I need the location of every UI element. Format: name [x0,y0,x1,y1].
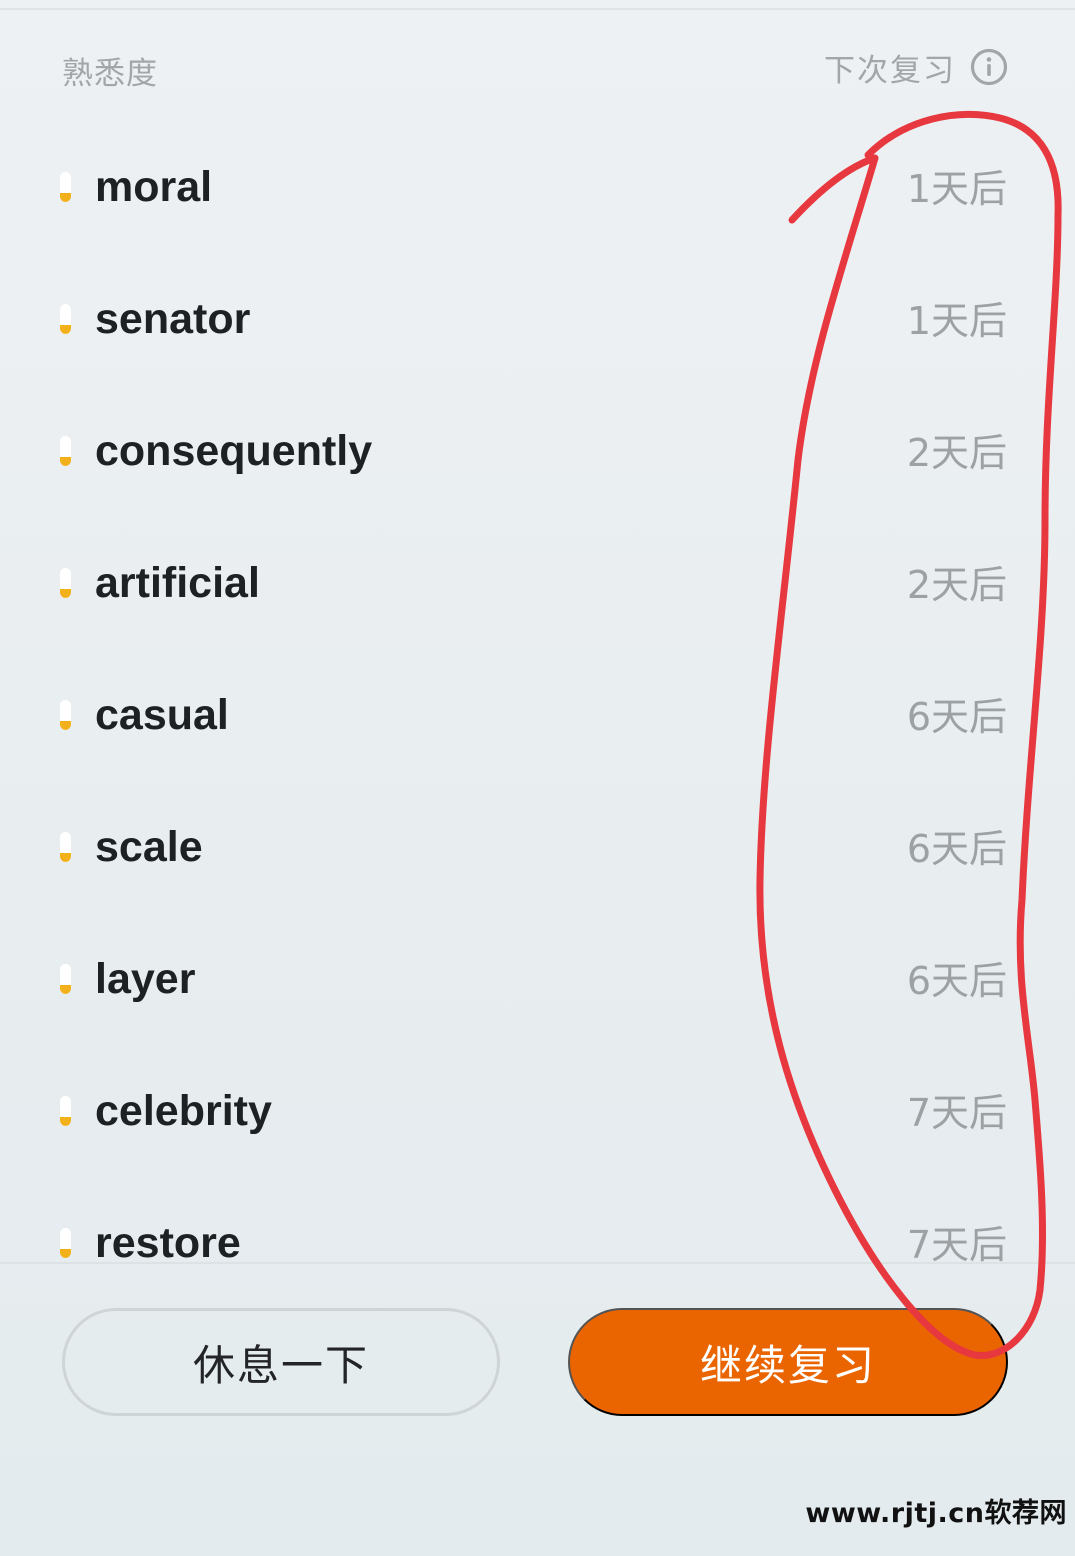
word-text: senator [95,295,251,343]
familiarity-bar-fill [60,589,71,598]
next-review-time: 6天后 [906,695,1007,739]
familiarity-bar [60,964,71,994]
word-row[interactable]: senator 1天后 [0,254,1075,386]
familiarity-bar-fill [60,193,71,202]
familiarity-bar [60,304,71,334]
next-review-time: 7天后 [906,1223,1007,1262]
word-text: restore [95,1219,241,1262]
word-text: artificial [95,559,260,607]
word-text: scale [95,823,203,871]
familiarity-bar [60,568,71,598]
word-row[interactable]: consequently 2天后 [0,386,1075,518]
familiarity-bar [60,436,71,466]
word-text: consequently [95,427,373,475]
word-row[interactable]: scale 6天后 [0,782,1075,914]
next-review-time: 1天后 [906,167,1007,211]
next-review-time: 6天后 [906,959,1007,1003]
familiarity-bar [60,832,71,862]
word-row[interactable]: restore 7天后 [0,1178,1075,1262]
word-row[interactable]: moral 1天后 [0,122,1075,254]
word-text: celebrity [95,1087,272,1135]
word-row[interactable]: artificial 2天后 [0,518,1075,650]
familiarity-bar-fill [60,721,71,730]
familiarity-bar-fill [60,325,71,334]
familiarity-bar-fill [60,985,71,994]
next-review-header: 下次复习 [824,44,1008,90]
next-review-time: 2天后 [906,563,1007,607]
word-text: layer [95,955,196,1003]
list-header: 熟悉度 下次复习 [62,44,1008,94]
next-review-label: 下次复习 [824,52,956,89]
word-row[interactable]: casual 6天后 [0,650,1075,782]
familiarity-bar-fill [60,457,71,466]
next-review-time: 1天后 [906,299,1007,343]
word-row[interactable]: layer 6天后 [0,914,1075,1046]
familiarity-bar [60,172,71,202]
word-list: moral 1天后 senator 1天后 consequently 2天后 artific… [0,122,1075,1262]
familiarity-bar [60,1096,71,1126]
bottom-divider [0,1262,1075,1264]
familiarity-bar-fill [60,1249,71,1258]
next-review-time: 2天后 [906,431,1007,475]
next-review-time: 7天后 [906,1091,1007,1135]
watermark: www.rjtj.cn软荐网 [805,1498,1067,1529]
word-text: moral [95,163,213,211]
continue-review-button[interactable]: 继续复习 [568,1308,1008,1416]
familiarity-bar [60,700,71,730]
familiarity-bar [60,1228,71,1258]
next-review-time: 6天后 [906,827,1007,871]
word-row[interactable]: celebrity 7天后 [0,1046,1075,1178]
info-circle-icon[interactable] [970,48,1008,86]
top-divider [0,8,1075,10]
take-a-break-button[interactable]: 休息一下 [62,1308,500,1416]
familiarity-bar-fill [60,1117,71,1126]
word-text: casual [95,691,229,739]
familiarity-bar-fill [60,853,71,862]
familiarity-header: 熟悉度 [62,56,158,92]
